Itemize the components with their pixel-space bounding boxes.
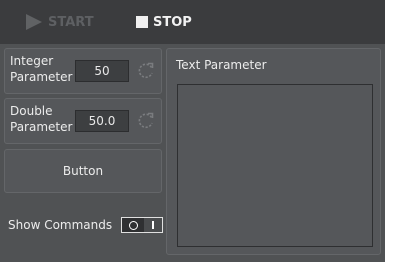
action-button[interactable]: Button [4, 149, 162, 193]
text-parameter-panel: Text Parameter [166, 48, 381, 255]
start-button[interactable]: START [26, 9, 94, 35]
double-parameter-row: Double Parameter [4, 98, 162, 144]
toggle-off-segment [122, 218, 145, 232]
reset-icon[interactable] [136, 61, 156, 81]
double-parameter-label: Double Parameter [10, 104, 73, 134]
start-label: START [48, 14, 94, 30]
stop-icon [136, 16, 148, 28]
integer-parameter-input[interactable] [75, 60, 129, 82]
show-commands-toggle[interactable] [121, 217, 164, 233]
toolbar: START STOP [0, 0, 385, 44]
integer-parameter-row: Integer Parameter [4, 48, 162, 94]
off-circle-icon [128, 220, 138, 230]
on-bar-icon [152, 221, 155, 229]
app-window: START STOP Integer Parameter Double Para… [0, 0, 385, 262]
text-parameter-label: Text Parameter [176, 58, 267, 72]
toggle-on-segment [144, 218, 163, 232]
text-parameter-input[interactable] [177, 84, 373, 247]
integer-parameter-label: Integer Parameter [10, 54, 73, 84]
play-icon [26, 14, 42, 30]
show-commands-label: Show Commands [8, 218, 113, 232]
reset-icon[interactable] [136, 111, 156, 131]
stop-label: STOP [153, 14, 192, 30]
stop-button[interactable]: STOP [136, 9, 192, 35]
action-button-label: Button [62, 164, 104, 178]
double-parameter-input[interactable] [75, 110, 129, 132]
show-commands-row: Show Commands [8, 217, 164, 233]
